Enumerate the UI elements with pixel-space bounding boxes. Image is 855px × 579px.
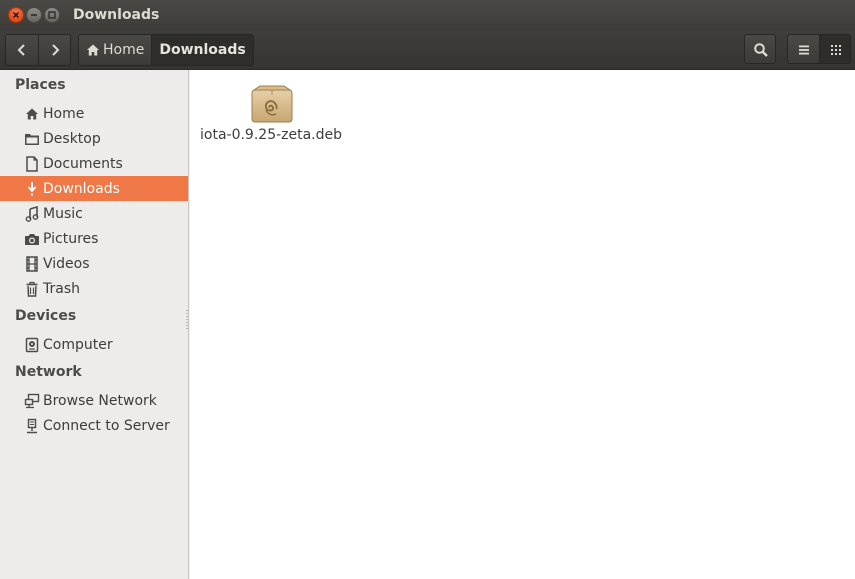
close-window-button[interactable] bbox=[8, 7, 24, 23]
breadcrumb: Home Downloads bbox=[78, 34, 254, 66]
server-icon bbox=[24, 418, 40, 434]
breadcrumb-downloads-label: Downloads bbox=[159, 42, 246, 58]
sidebar-item-label: Downloads bbox=[43, 180, 120, 197]
sidebar-resize-handle[interactable] bbox=[186, 310, 188, 330]
sidebar-item-label: Pictures bbox=[43, 230, 99, 247]
camera-icon bbox=[24, 231, 40, 247]
grid-view-button[interactable] bbox=[818, 35, 850, 63]
home-icon bbox=[24, 106, 40, 122]
file-view[interactable]: iota-0.9.25-zeta.deb bbox=[190, 70, 855, 579]
sidebar-item-label: Connect to Server bbox=[43, 417, 170, 434]
toolbar: Home Downloads bbox=[0, 30, 855, 70]
minimize-icon bbox=[31, 14, 37, 16]
back-button[interactable] bbox=[6, 35, 38, 65]
forward-button[interactable] bbox=[37, 35, 71, 65]
breadcrumb-downloads[interactable]: Downloads bbox=[151, 35, 253, 65]
maximize-window-button[interactable] bbox=[44, 7, 60, 23]
home-icon bbox=[86, 43, 100, 57]
places-header: Places bbox=[15, 77, 66, 93]
music-icon bbox=[24, 205, 40, 222]
view-switcher bbox=[787, 34, 851, 64]
film-icon bbox=[24, 255, 40, 272]
sidebar-item-browse-network[interactable]: Browse Network bbox=[0, 388, 188, 413]
sidebar-item-music[interactable]: Music bbox=[0, 201, 188, 226]
drive-icon bbox=[24, 337, 40, 353]
sidebar-item-videos[interactable]: Videos bbox=[0, 251, 188, 276]
sidebar-item-label: Documents bbox=[43, 155, 123, 172]
sidebar-item-label: Home bbox=[43, 105, 85, 122]
devices-header: Devices bbox=[15, 308, 77, 324]
title-bar: Downloads bbox=[0, 0, 855, 30]
sidebar-item-desktop[interactable]: Desktop bbox=[0, 126, 188, 151]
file-item[interactable]: iota-0.9.25-zeta.deb bbox=[200, 82, 343, 152]
network-header: Network bbox=[15, 364, 82, 380]
breadcrumb-home[interactable]: Home bbox=[79, 35, 152, 65]
folder-icon bbox=[24, 131, 40, 147]
grid-view-icon bbox=[830, 45, 841, 55]
sidebar-item-label: Computer bbox=[43, 336, 113, 353]
list-view-icon bbox=[799, 45, 809, 55]
navigation-buttons bbox=[5, 34, 71, 66]
download-icon bbox=[24, 181, 40, 197]
sidebar-item-pictures[interactable]: Pictures bbox=[0, 226, 188, 251]
sidebar-item-label: Trash bbox=[43, 280, 80, 297]
breadcrumb-home-label: Home bbox=[103, 42, 145, 58]
trash-icon bbox=[24, 281, 40, 297]
close-icon bbox=[12, 11, 20, 19]
sidebar-item-trash[interactable]: Trash bbox=[0, 276, 188, 301]
sidebar-item-downloads[interactable]: Downloads bbox=[0, 176, 188, 201]
sidebar-item-label: Videos bbox=[43, 255, 90, 272]
sidebar: Places Home Desktop Documents Downloads … bbox=[0, 70, 189, 579]
sidebar-item-computer[interactable]: Computer bbox=[0, 332, 188, 357]
sidebar-item-label: Music bbox=[43, 205, 83, 222]
list-view-button[interactable] bbox=[788, 35, 819, 63]
document-icon bbox=[24, 155, 40, 172]
search-icon bbox=[754, 43, 768, 57]
sidebar-item-documents[interactable]: Documents bbox=[0, 151, 188, 176]
chevron-left-icon bbox=[17, 44, 25, 56]
maximize-icon bbox=[48, 11, 56, 19]
sidebar-item-label: Browse Network bbox=[43, 392, 157, 409]
network-icon bbox=[24, 393, 40, 409]
minimize-window-button[interactable] bbox=[26, 7, 42, 23]
debian-package-icon bbox=[250, 84, 294, 128]
file-manager-window: Downloads Home Downloads Places Home Des… bbox=[0, 0, 855, 579]
sidebar-item-label: Desktop bbox=[43, 130, 101, 147]
window-title: Downloads bbox=[73, 7, 160, 23]
file-name: iota-0.9.25-zeta.deb bbox=[200, 127, 343, 143]
chevron-right-icon bbox=[51, 44, 59, 56]
sidebar-item-home[interactable]: Home bbox=[0, 101, 188, 126]
sidebar-item-connect-server[interactable]: Connect to Server bbox=[0, 413, 188, 438]
search-button[interactable] bbox=[744, 34, 776, 64]
